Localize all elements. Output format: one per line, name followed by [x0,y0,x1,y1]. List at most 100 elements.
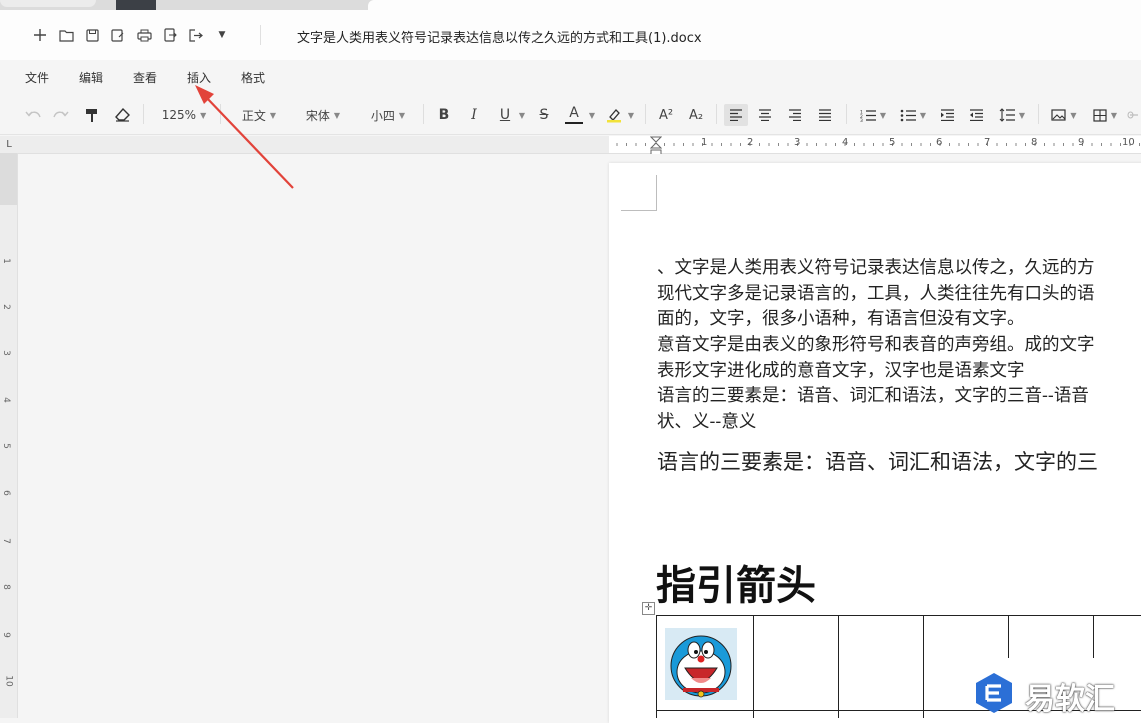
table-border [923,615,924,718]
font-size-value: 小四 [370,108,395,123]
ruler-number: 3 [794,137,801,148]
chevron-down-icon: ▼ [333,110,341,120]
tab-pill[interactable] [0,0,96,7]
ruler-number: 1 [701,137,708,148]
superscript-button[interactable]: A² [655,104,677,126]
subscript-button[interactable]: A₂ [685,104,707,126]
format-painter-icon[interactable] [82,104,102,126]
font-size-select[interactable]: 小四 ▼ [365,104,411,126]
ruler-number: 5 [889,137,896,148]
table-border [656,615,1141,616]
paragraph-line[interactable]: 现代文字多是记录语言的，工具，人类往往先有口头的语 [657,280,1095,305]
menu-edit[interactable]: 编辑 [79,69,103,86]
chevron-down-icon: ▼ [1070,110,1077,120]
font-family-select[interactable]: 宋体 ▼ [300,104,346,126]
align-center-icon[interactable] [755,104,775,126]
font-color-options-icon[interactable]: ▼ [587,104,597,126]
ruler-number: 2 [747,137,754,148]
insert-image-icon[interactable]: ▼ [1047,104,1081,126]
ruler-number: 6 [0,490,11,496]
ruler-corner: L [0,136,18,153]
paragraph-line[interactable]: 面的，文字，很多小语种，有语言但没有文字。 [657,305,1025,330]
paragraph-line[interactable]: 状、义--意义 [657,408,756,433]
svg-text:3: 3 [860,118,863,122]
align-right-icon[interactable] [785,104,805,126]
ruler-number: 6 [936,137,943,148]
document-title: 文字是人类用表义符号记录表达信息以传之久远的方式和工具(1).docx [297,31,702,46]
italic-button[interactable]: I [465,104,483,126]
ruler-number: 2 [0,304,11,310]
ruler-number: 9 [1078,137,1085,148]
page-margin-corner-mark [621,175,657,211]
table-border [1093,615,1094,658]
toolbar-divider [846,104,847,124]
font-family-value: 宋体 [305,108,330,123]
insert-table-icon[interactable]: ▼ [1088,104,1122,126]
paragraph-line[interactable]: 表形文字进化成的意音文字，汉字也是语素文字 [657,357,1025,382]
strikethrough-button[interactable]: S [535,104,553,126]
title-divider [260,25,261,45]
more-dropdown-icon[interactable]: ▼ [211,24,233,46]
ruler-number: 7 [0,538,11,544]
underline-button[interactable]: U [497,104,513,126]
paragraph-line[interactable]: 意音文字是由表义的象形符号和表音的声旁组。成的文字 [657,331,1095,356]
chevron-down-icon: ▼ [919,110,927,120]
toolbar-divider [645,104,646,124]
table-border [1008,615,1009,658]
ruler-number: 10 [1122,137,1135,148]
bold-button[interactable]: B [435,104,453,126]
paragraph-line[interactable]: 语言的三要素是：语音、词汇和语法，文字的三音--语音 [657,382,1089,407]
menu-file[interactable]: 文件 [25,69,49,86]
align-left-icon[interactable] [724,104,748,126]
table-border [656,615,657,718]
menu-bar [0,60,1141,94]
menu-view[interactable]: 查看 [133,69,157,86]
save-icon[interactable] [81,24,103,46]
toolbar-divider [1038,104,1039,124]
bullet-list-icon[interactable]: ▼ [897,104,929,126]
table-border [838,615,839,718]
font-color-button[interactable]: A [565,104,583,124]
open-folder-icon[interactable] [55,24,77,46]
table-move-handle-icon[interactable]: ✛ [642,602,655,615]
ruler-number: 10 [3,675,14,687]
active-tab[interactable] [368,0,1141,10]
ruler-number: 7 [984,137,991,148]
ruler-number: 8 [1031,137,1038,148]
line-spacing-icon[interactable]: ▼ [995,104,1029,126]
indent-decrease-icon[interactable] [966,104,986,126]
export-icon[interactable] [159,24,181,46]
ruler-number: 9 [0,632,11,638]
chevron-down-icon: ▼ [879,110,887,120]
ruler-page-area [609,136,1141,153]
annotation-arrow [195,85,294,189]
print-icon[interactable] [133,24,155,46]
undo-icon[interactable] [23,104,43,126]
large-paragraph-line[interactable]: 语言的三要素是：语音、词汇和语法，文字的三 [657,446,1098,476]
dark-tab[interactable] [116,0,156,10]
chevron-down-icon: ▼ [398,110,406,120]
ruler-number: 4 [842,137,849,148]
ruler-number: 4 [0,397,11,403]
paragraph-line[interactable]: 、文字是人类用表义符号记录表达信息以传之，久远的方 [657,254,1095,279]
highlight-options-icon[interactable]: ▼ [626,104,636,126]
highlight-icon[interactable] [605,104,623,126]
link-icon[interactable] [1127,104,1141,126]
toolbar-divider [716,104,717,124]
save-as-icon[interactable] [107,24,129,46]
document-heading[interactable]: 指引箭头 [656,553,816,611]
align-justify-icon[interactable] [815,104,835,126]
ruler-number: 8 [0,584,11,590]
eraser-icon[interactable] [112,104,132,126]
ruler-margin-area [0,153,17,205]
brand-logo-icon [976,673,1012,713]
numbered-list-icon[interactable]: 1 2 3 ▼ [857,104,889,126]
indent-increase-icon[interactable] [937,104,957,126]
new-icon[interactable] [29,24,51,46]
toolbar-divider [143,104,144,124]
doraemon-image[interactable] [665,628,737,700]
ruler-number: 5 [0,443,11,449]
share-icon[interactable] [185,24,207,46]
underline-options-icon[interactable]: ▼ [517,104,527,126]
redo-icon[interactable] [51,104,71,126]
